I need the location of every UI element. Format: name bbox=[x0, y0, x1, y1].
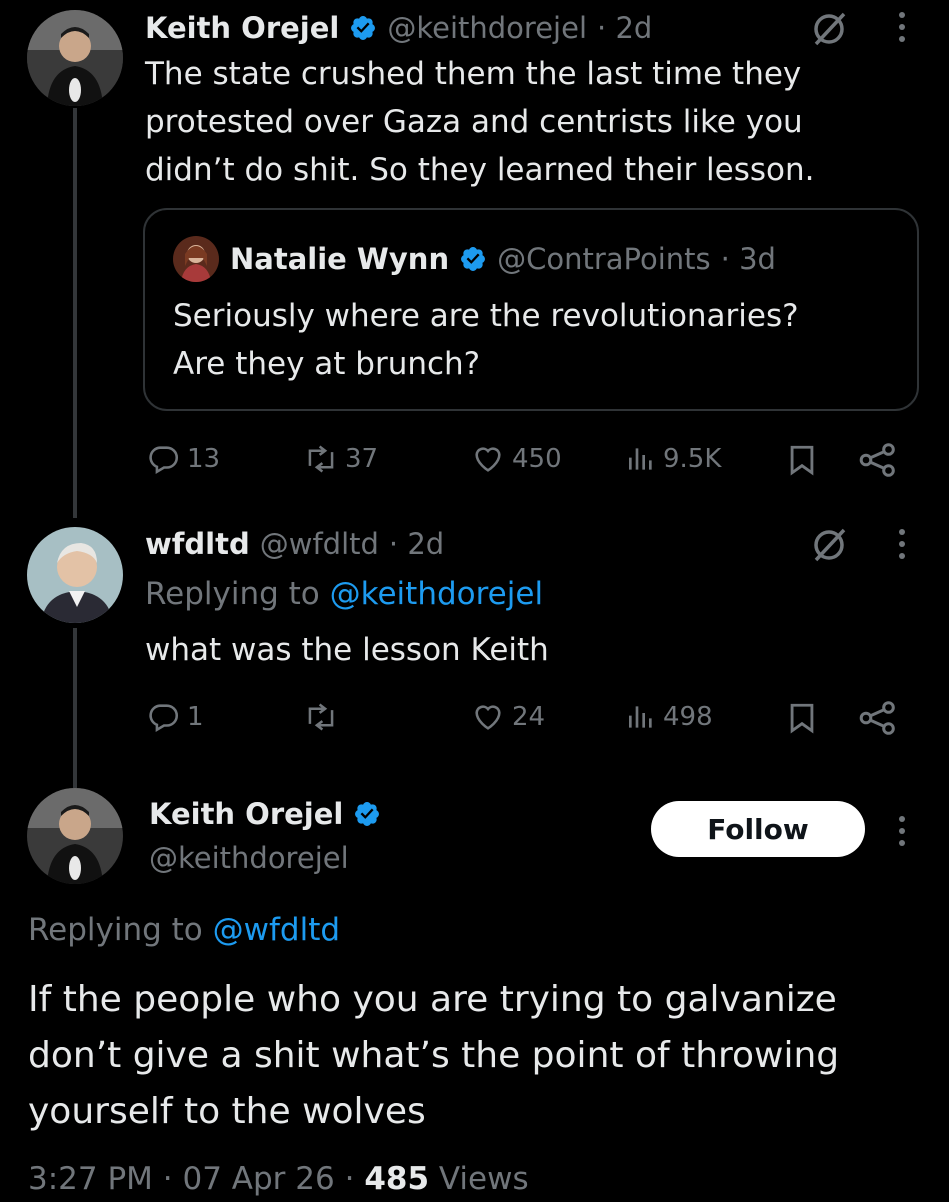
thread-line bbox=[73, 628, 77, 788]
like-button[interactable]: 450 bbox=[470, 442, 562, 476]
verified-icon bbox=[351, 16, 376, 40]
tweet-text-line: don’t give a shit what’s the point of th… bbox=[28, 1035, 840, 1076]
repost-button[interactable]: 37 bbox=[303, 442, 378, 476]
like-button[interactable]: 24 bbox=[470, 700, 545, 734]
views-icon bbox=[629, 706, 652, 728]
repost-icon bbox=[308, 703, 334, 731]
views-button[interactable]: 498 bbox=[625, 700, 713, 734]
grok-icon[interactable] bbox=[810, 10, 848, 48]
grok-icon[interactable] bbox=[810, 526, 848, 564]
verified-icon bbox=[461, 247, 486, 271]
reply-button[interactable]: 1 bbox=[147, 700, 204, 734]
reply-count: 13 bbox=[187, 444, 221, 474]
like-count: 24 bbox=[512, 702, 546, 732]
replying-to-handle[interactable]: @wfdltd bbox=[213, 912, 340, 948]
more-icon[interactable] bbox=[897, 12, 907, 42]
avatar[interactable] bbox=[27, 527, 123, 623]
display-name: Natalie Wynn bbox=[230, 242, 450, 276]
post-date[interactable]: 07 Apr 26 bbox=[183, 1161, 335, 1197]
views-count: 485 bbox=[364, 1161, 430, 1197]
repost-button[interactable] bbox=[303, 700, 345, 734]
reply-icon bbox=[149, 446, 179, 475]
replying-to-handle[interactable]: @keithdorejel bbox=[330, 576, 543, 612]
timestamp[interactable]: · 2d bbox=[389, 527, 444, 561]
views-icon bbox=[629, 448, 652, 470]
handle[interactable]: @keithdorejel bbox=[387, 11, 587, 45]
like-icon bbox=[475, 705, 501, 730]
views-label: Views bbox=[438, 1161, 529, 1197]
display-name[interactable]: wfdltd bbox=[145, 527, 250, 561]
views-count: 498 bbox=[663, 702, 713, 732]
reply-count: 1 bbox=[187, 702, 204, 732]
avatar bbox=[173, 236, 219, 282]
share-icon[interactable] bbox=[858, 442, 898, 478]
more-icon[interactable] bbox=[897, 816, 907, 846]
views-count: 9.5K bbox=[663, 444, 722, 474]
handle: @ContraPoints bbox=[497, 242, 711, 276]
repost-icon bbox=[308, 445, 334, 473]
handle[interactable]: @keithdorejel bbox=[149, 836, 349, 880]
tweet-text-line: The state crushed them the last time the… bbox=[145, 56, 802, 92]
timestamp: · 3d bbox=[720, 242, 776, 276]
views-button[interactable]: 9.5K bbox=[625, 442, 721, 476]
more-icon[interactable] bbox=[897, 529, 907, 559]
quoted-tweet[interactable]: Natalie Wynn @ContraPoints · 3d Seriousl… bbox=[143, 208, 919, 411]
display-name[interactable]: Keith Orejel bbox=[145, 11, 339, 45]
tweet-text-line: protested over Gaza and centrists like y… bbox=[145, 104, 803, 140]
avatar[interactable] bbox=[27, 10, 123, 106]
meta-separator: · bbox=[162, 1161, 173, 1197]
like-count: 450 bbox=[512, 444, 562, 474]
post-time[interactable]: 3:27 PM bbox=[28, 1161, 153, 1197]
reply-icon bbox=[149, 704, 179, 733]
tweet-text-line: didn’t do shit. So they learned their le… bbox=[145, 152, 815, 188]
timestamp[interactable]: · 2d bbox=[597, 11, 652, 45]
share-icon[interactable] bbox=[858, 700, 898, 736]
replying-to-label: Replying to bbox=[28, 912, 203, 948]
like-icon bbox=[475, 447, 501, 472]
avatar[interactable] bbox=[27, 788, 123, 884]
handle[interactable]: @wfdltd bbox=[260, 527, 379, 561]
repost-count: 37 bbox=[345, 444, 379, 474]
tweet-text: what was the lesson Keith bbox=[145, 632, 549, 668]
bookmark-icon[interactable] bbox=[785, 442, 819, 478]
verified-icon bbox=[355, 802, 380, 826]
tweet-meta: 3:27 PM · 07 Apr 26 · 485 Views bbox=[28, 1156, 529, 1202]
meta-separator: · bbox=[344, 1161, 355, 1197]
quote-text-line: Are they at brunch? bbox=[173, 346, 481, 382]
tweet-text-line: yourself to the wolves bbox=[28, 1091, 426, 1132]
display-name[interactable]: Keith Orejel bbox=[149, 797, 343, 831]
bookmark-icon[interactable] bbox=[785, 700, 819, 736]
follow-button[interactable]: Follow bbox=[651, 801, 865, 857]
reply-button[interactable]: 13 bbox=[147, 442, 220, 476]
thread-line bbox=[73, 108, 77, 518]
replying-to-label: Replying to bbox=[145, 576, 320, 612]
quote-text-line: Seriously where are the revolutionaries? bbox=[173, 298, 799, 334]
tweet-text-line: If the people who you are trying to galv… bbox=[28, 979, 837, 1020]
